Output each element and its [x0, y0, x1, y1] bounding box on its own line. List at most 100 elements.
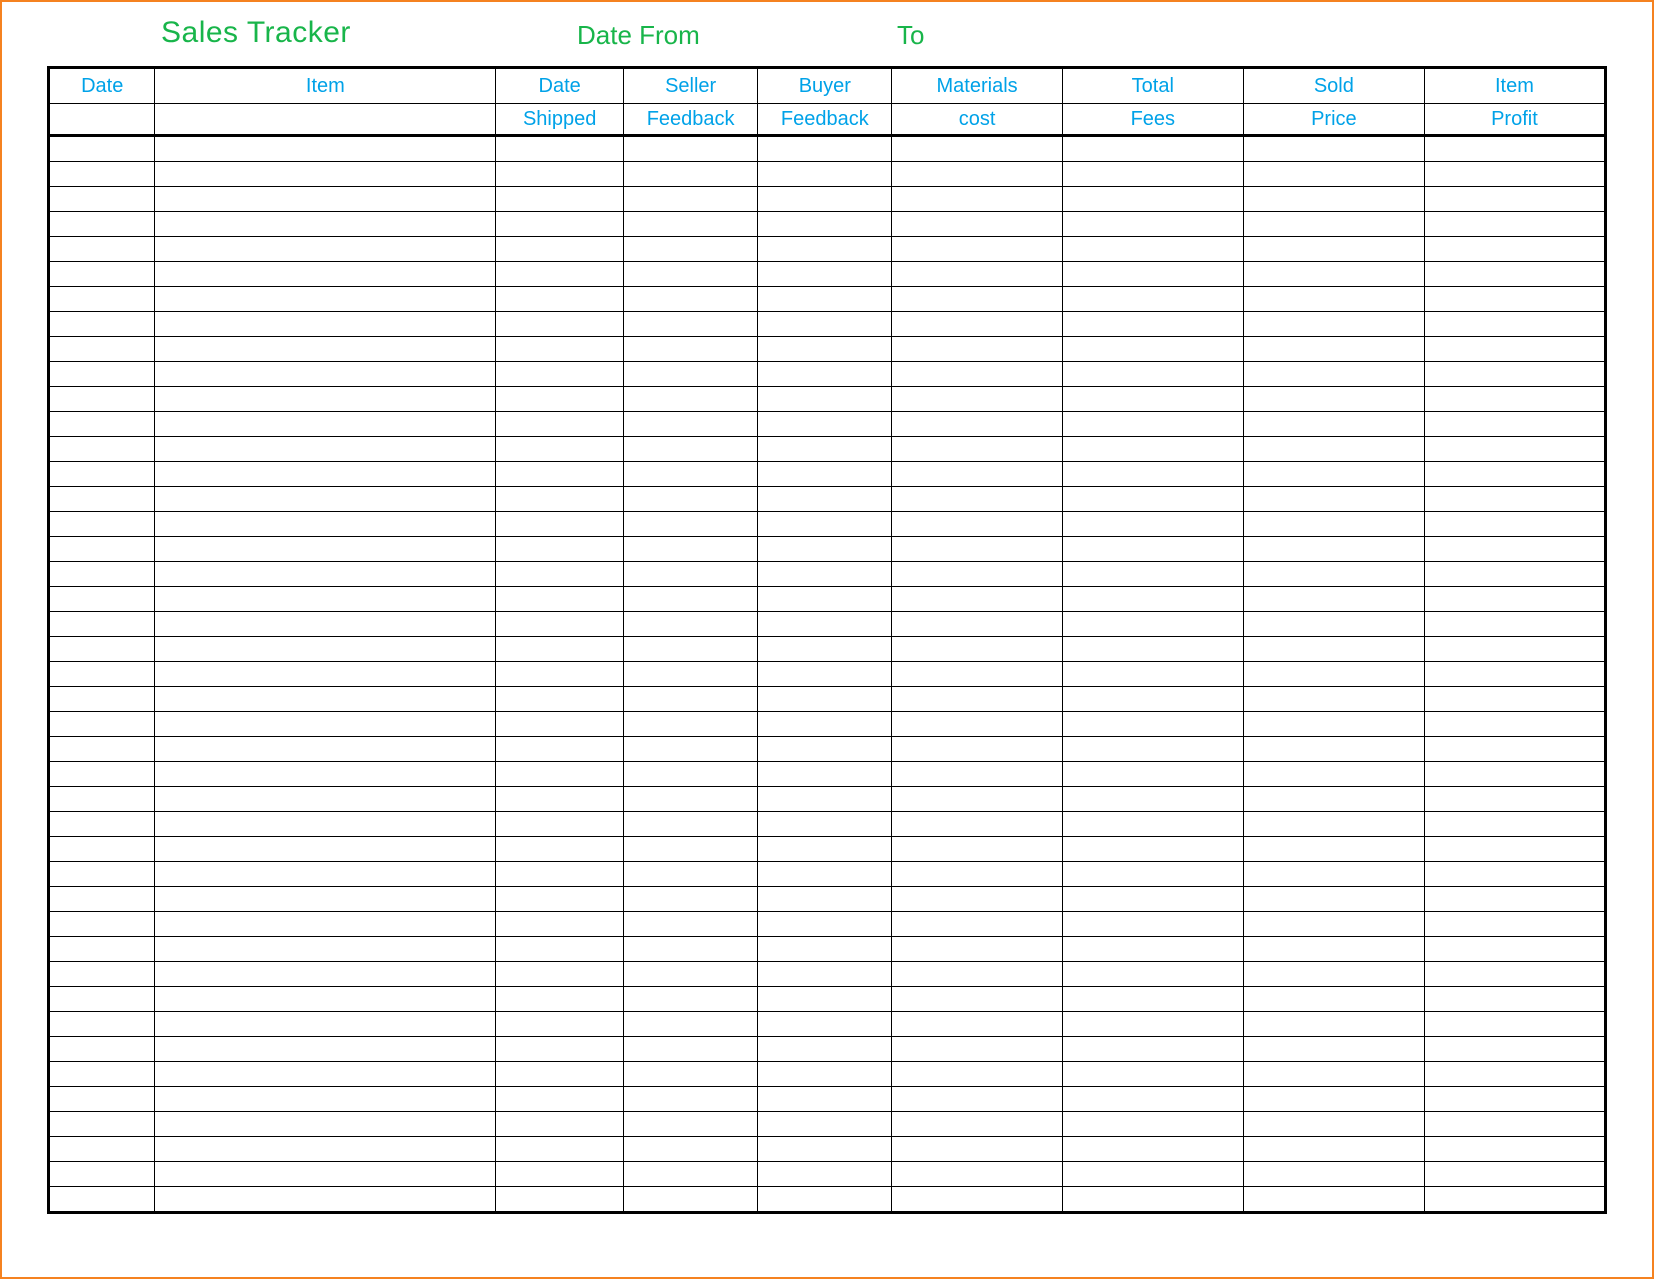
cell[interactable] — [1062, 612, 1243, 637]
cell[interactable] — [496, 962, 624, 987]
cell[interactable] — [1243, 1137, 1424, 1162]
table-row[interactable] — [49, 587, 1606, 612]
cell[interactable] — [758, 737, 892, 762]
cell[interactable] — [1062, 737, 1243, 762]
cell[interactable] — [49, 362, 155, 387]
table-row[interactable] — [49, 237, 1606, 262]
cell[interactable] — [1243, 1062, 1424, 1087]
table-row[interactable] — [49, 637, 1606, 662]
cell[interactable] — [49, 962, 155, 987]
cell[interactable] — [1424, 637, 1605, 662]
cell[interactable] — [155, 937, 496, 962]
cell[interactable] — [624, 837, 758, 862]
cell[interactable] — [155, 1087, 496, 1112]
cell[interactable] — [49, 587, 155, 612]
table-row[interactable] — [49, 662, 1606, 687]
cell[interactable] — [1424, 612, 1605, 637]
cell[interactable] — [624, 287, 758, 312]
cell[interactable] — [758, 937, 892, 962]
cell[interactable] — [1243, 162, 1424, 187]
cell[interactable] — [1062, 512, 1243, 537]
cell[interactable] — [624, 787, 758, 812]
table-row[interactable] — [49, 562, 1606, 587]
cell[interactable] — [155, 887, 496, 912]
cell[interactable] — [1243, 812, 1424, 837]
cell[interactable] — [49, 312, 155, 337]
cell[interactable] — [892, 987, 1062, 1012]
cell[interactable] — [1424, 487, 1605, 512]
cell[interactable] — [49, 712, 155, 737]
cell[interactable] — [49, 337, 155, 362]
cell[interactable] — [1243, 987, 1424, 1012]
cell[interactable] — [1424, 312, 1605, 337]
cell[interactable] — [1062, 187, 1243, 212]
cell[interactable] — [1243, 1087, 1424, 1112]
cell[interactable] — [49, 537, 155, 562]
cell[interactable] — [155, 912, 496, 937]
cell[interactable] — [758, 1187, 892, 1213]
cell[interactable] — [155, 337, 496, 362]
cell[interactable] — [1424, 262, 1605, 287]
cell[interactable] — [892, 962, 1062, 987]
cell[interactable] — [624, 1137, 758, 1162]
cell[interactable] — [1062, 1012, 1243, 1037]
cell[interactable] — [1424, 737, 1605, 762]
cell[interactable] — [892, 1062, 1062, 1087]
cell[interactable] — [155, 712, 496, 737]
cell[interactable] — [49, 737, 155, 762]
table-row[interactable] — [49, 1187, 1606, 1213]
cell[interactable] — [892, 262, 1062, 287]
cell[interactable] — [892, 187, 1062, 212]
cell[interactable] — [1424, 912, 1605, 937]
cell[interactable] — [1424, 387, 1605, 412]
cell[interactable] — [49, 937, 155, 962]
cell[interactable] — [49, 662, 155, 687]
table-row[interactable] — [49, 1087, 1606, 1112]
cell[interactable] — [624, 162, 758, 187]
cell[interactable] — [892, 1137, 1062, 1162]
cell[interactable] — [1243, 787, 1424, 812]
cell[interactable] — [496, 1087, 624, 1112]
cell[interactable] — [1062, 962, 1243, 987]
cell[interactable] — [155, 812, 496, 837]
cell[interactable] — [892, 862, 1062, 887]
cell[interactable] — [496, 987, 624, 1012]
cell[interactable] — [496, 1137, 624, 1162]
cell[interactable] — [496, 162, 624, 187]
table-row[interactable] — [49, 287, 1606, 312]
table-row[interactable] — [49, 962, 1606, 987]
cell[interactable] — [1062, 1037, 1243, 1062]
cell[interactable] — [624, 1112, 758, 1137]
cell[interactable] — [155, 312, 496, 337]
table-row[interactable] — [49, 837, 1606, 862]
cell[interactable] — [758, 362, 892, 387]
cell[interactable] — [1424, 337, 1605, 362]
cell[interactable] — [758, 612, 892, 637]
cell[interactable] — [1424, 162, 1605, 187]
table-row[interactable] — [49, 212, 1606, 237]
cell[interactable] — [624, 337, 758, 362]
cell[interactable] — [155, 487, 496, 512]
cell[interactable] — [624, 1062, 758, 1087]
cell[interactable] — [1062, 136, 1243, 162]
table-row[interactable] — [49, 887, 1606, 912]
cell[interactable] — [624, 862, 758, 887]
cell[interactable] — [1243, 562, 1424, 587]
cell[interactable] — [1062, 712, 1243, 737]
cell[interactable] — [624, 737, 758, 762]
cell[interactable] — [892, 487, 1062, 512]
cell[interactable] — [1424, 287, 1605, 312]
cell[interactable] — [496, 287, 624, 312]
table-row[interactable] — [49, 136, 1606, 162]
cell[interactable] — [624, 387, 758, 412]
cell[interactable] — [1243, 312, 1424, 337]
cell[interactable] — [1243, 962, 1424, 987]
cell[interactable] — [1424, 1162, 1605, 1187]
cell[interactable] — [496, 362, 624, 387]
cell[interactable] — [49, 136, 155, 162]
cell[interactable] — [496, 912, 624, 937]
cell[interactable] — [496, 662, 624, 687]
cell[interactable] — [1424, 837, 1605, 862]
cell[interactable] — [49, 787, 155, 812]
cell[interactable] — [624, 1012, 758, 1037]
